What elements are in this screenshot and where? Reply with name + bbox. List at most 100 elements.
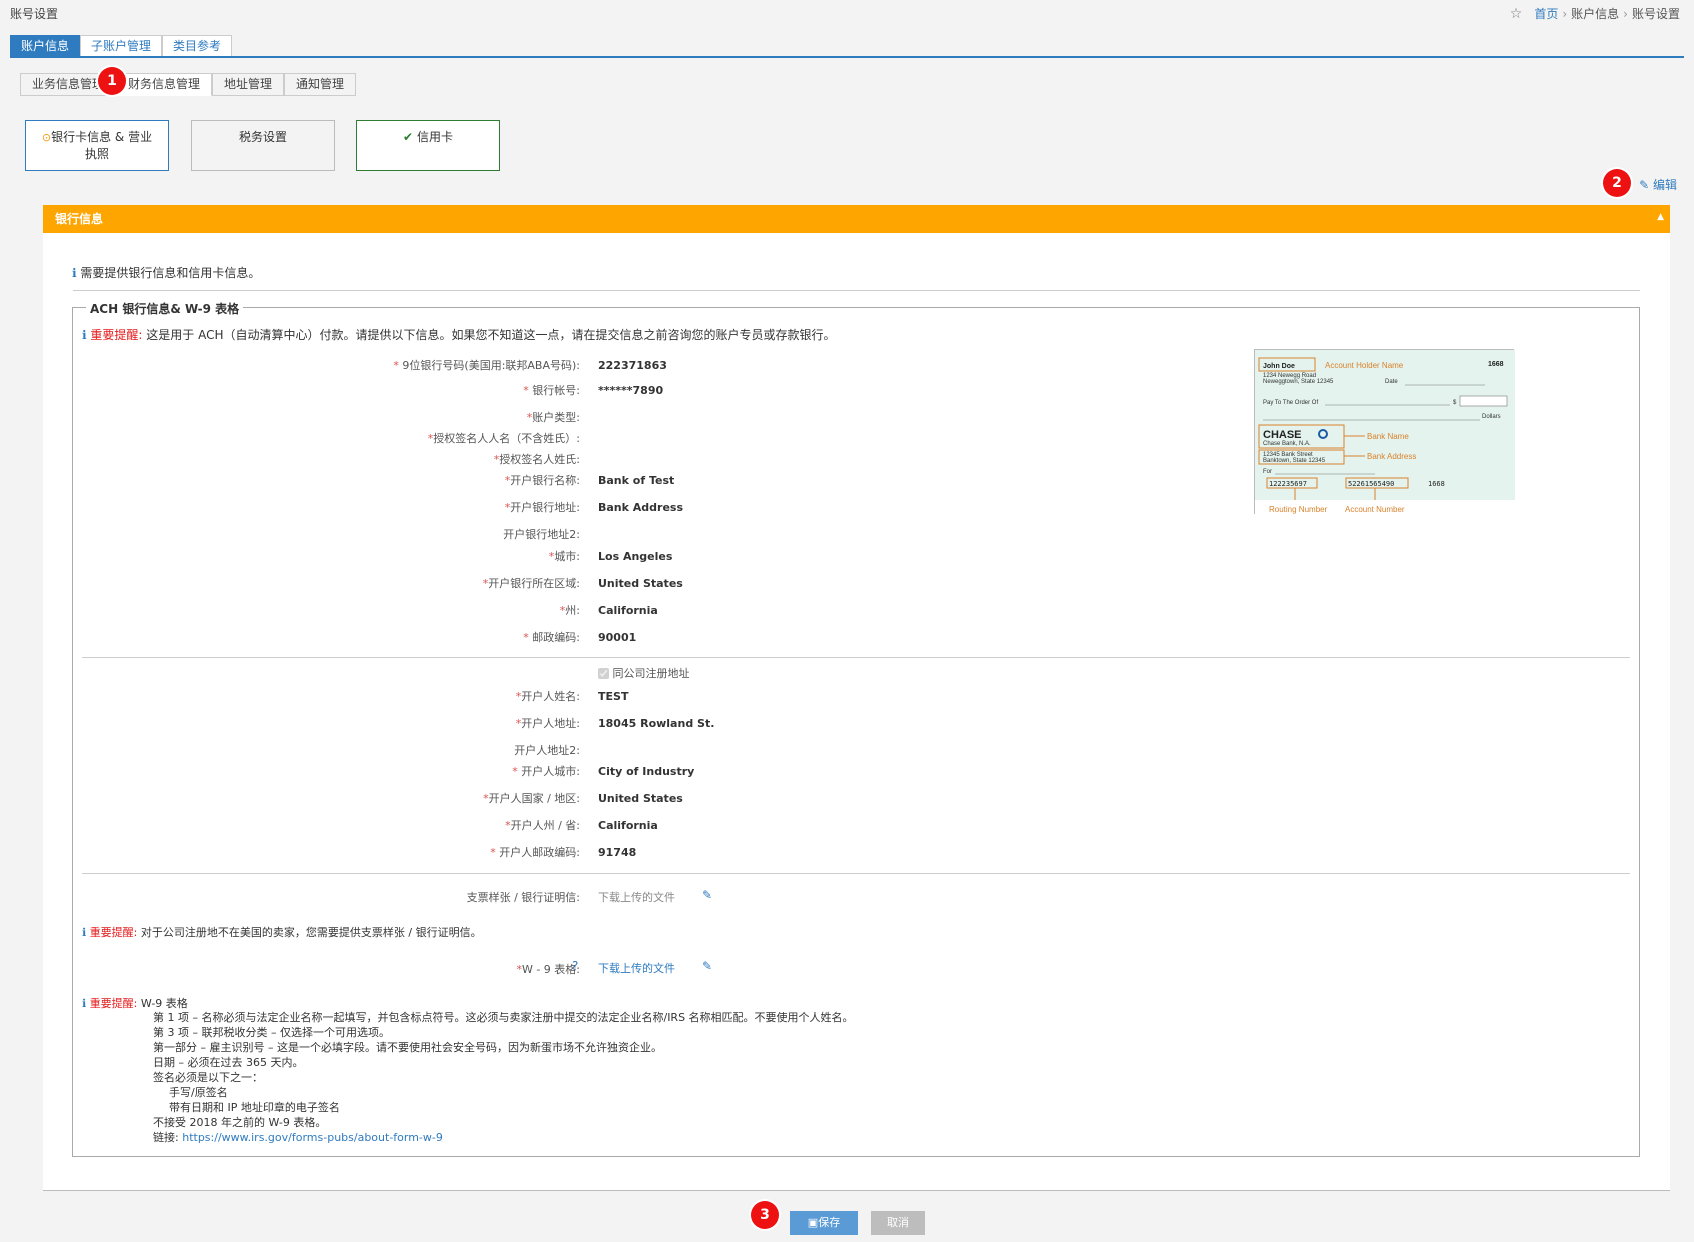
main-tabs: 账户信息 子账户管理 类目参考 [10,35,233,57]
zip-value: 90001 [598,631,637,644]
city-label: *城市: [548,550,580,563]
tax-settings-card[interactable]: 税务设置 [191,120,335,171]
collapse-caret-icon[interactable]: ▲ [1657,212,1664,222]
w9-line: 第 3 项 – 联邦税收分类 – 仅选择一个可用选项。 [153,1026,390,1039]
reminder-label: 重要提醒: [89,926,138,939]
footer-divider [43,1190,1670,1191]
check-bank-addr2: Banktown, State 12345 [1263,458,1326,464]
check-for: For [1263,469,1272,475]
routing-label: * 9位银行号码(美国用:联邦ABA号码): [393,359,580,372]
check-bank: CHASE [1263,429,1302,441]
divider [82,873,1630,874]
check-label-bank: Bank Name [1367,432,1409,441]
panel-title: 银行信息 [43,205,1670,233]
holder-country-label: *开户人国家 / 地区: [483,792,580,805]
chevron-right-icon: › [1623,6,1628,21]
page-title: 账号设置 [10,7,59,21]
routing-value: 222371863 [598,359,667,372]
bank-address-label: *开户银行地址: [504,501,580,514]
bank-name-value: Bank of Test [598,474,675,487]
holder-address2-label: 开户人地址2: [514,744,580,757]
cheque-edit-icon[interactable]: ✎ [702,888,712,902]
irs-link[interactable]: https://www.irs.gov/forms-pubs/about-for… [182,1131,443,1144]
top-bar: 账号设置 ☆ 首页 › 账户信息 › 账号设置 [0,0,1694,26]
breadcrumb-account-settings: 账号设置 [1631,7,1680,21]
w9-link-line: 链接: https://www.irs.gov/forms-pubs/about… [153,1130,854,1145]
divider [73,290,1640,291]
holder-state-value: California [598,819,658,832]
warning-circle-icon: ⊙ [41,131,52,144]
check-micr-routing: 122235697 [1269,480,1307,488]
check-number: 1668 [1488,361,1504,368]
chevron-right-icon: › [1562,6,1568,21]
account-type-label: *账户类型: [526,411,580,424]
w9-line: 第一部分 – 雇主识别号 – 这是一个必填字段。请不要使用社会安全号码，因为新蛋… [153,1041,662,1054]
holder-zip-label: * 开户人邮政编码: [490,846,580,859]
check-sample-image: John Doe Account Holder Name 1668 1234 N… [1254,349,1515,515]
w9-line: 不接受 2018 年之前的 W-9 表格。 [153,1116,327,1129]
same-address-label: 同公司注册地址 [612,667,690,680]
account-number-value: ******7890 [598,384,664,397]
signer-last-name-label: *授权签名人姓氏: [493,453,580,466]
tab-account-info[interactable]: 账户信息 [10,35,81,57]
bank-license-card-label: 银行卡信息 & 营业执照 [51,130,153,161]
notice-text: 需要提供银行信息和信用卡信息。 [80,266,261,280]
cheque-label: 支票样张 / 银行证明信: [466,891,580,904]
tab-subaccount[interactable]: 子账户管理 [80,35,163,57]
holder-name-label: *开户人姓名: [515,690,580,703]
city-value: Los Angeles [598,550,673,563]
save-button[interactable]: ▣保存 [790,1211,858,1235]
subtab-notification[interactable]: 通知管理 [284,73,357,96]
tax-settings-card-label: 税务设置 [238,130,287,144]
w9-edit-icon[interactable]: ✎ [702,959,712,973]
account-number-label: * 银行帐号: [523,384,580,397]
bank-region-label: *开户银行所在区域: [482,577,580,590]
sub-tabs: 业务信息管理 财务信息管理 地址管理 通知管理 [20,73,357,96]
holder-state-label: *开户人州 / 省: [505,819,580,832]
cancel-button[interactable]: 取消 [871,1211,925,1235]
step-marker-3: 3 [751,1201,779,1229]
bank-region-value: United States [598,577,683,590]
ach-legend: ACH 银行信息& W-9 表格 [86,300,244,317]
holder-address-value: 18045 Rowland St. [598,717,715,730]
zip-label: * 邮政编码: [523,631,580,644]
w9-label: *W - 9 表格: [516,963,580,976]
check-label-account: Account Number [1345,505,1405,514]
star-icon[interactable]: ☆ [1510,6,1523,22]
breadcrumb: ☆ 首页 › 账户信息 › 账号设置 [1510,5,1680,22]
edit-label: 编辑 [1652,178,1677,192]
edit-link[interactable]: ✎ 编辑 [1639,176,1677,193]
subtab-address[interactable]: 地址管理 [212,73,285,96]
reminder-text: 这是用于 ACH（自动清算中心）付款。请提供以下信息。如果您不知道这一点，请在提… [146,328,836,342]
save-icon: ▣ [807,1216,819,1229]
w9-line: 带有日期和 IP 地址印章的电子签名 [169,1101,340,1114]
bank-address-value: Bank Address [598,501,684,514]
check-micr-account: 52261565490 [1348,480,1394,488]
subtab-finance-info[interactable]: 财务信息管理 [116,73,213,96]
check-date: Date [1385,379,1398,385]
cheque-download-link[interactable]: 下载上传的文件 [598,889,675,905]
tab-category-reference[interactable]: 类目参考 [162,35,233,57]
breadcrumb-account-info[interactable]: 账户信息 [1571,5,1619,22]
state-value: California [598,604,658,617]
bank-license-card[interactable]: ⊙银行卡信息 & 营业执照 [25,120,169,171]
same-address-checkbox[interactable]: 同公司注册地址 [598,665,690,681]
w9-download-link[interactable]: 下载上传的文件 [598,960,675,976]
check-label-bank-addr: Bank Address [1367,452,1416,461]
same-address-check[interactable] [598,668,609,679]
credit-card-card[interactable]: ✔ 信用卡 [356,120,500,171]
tab-divider [10,56,1684,58]
holder-address-label: *开户人地址: [515,717,580,730]
breadcrumb-home[interactable]: 首页 [1534,5,1558,22]
ach-reminder: ℹ 重要提醒: 这是用于 ACH（自动清算中心）付款。请提供以下信息。如果您不知… [82,326,836,343]
info-icon: ℹ [72,266,77,280]
holder-country-value: United States [598,792,683,805]
help-icon[interactable]: ? [572,959,578,973]
check-holder-name: John Doe [1263,363,1295,370]
check-addr2: Neweggtown, State 12345 [1263,379,1334,385]
w9-line: 日期 – 必须在过去 365 天内。 [153,1056,304,1069]
check-dollars: Dollars [1482,414,1501,420]
holder-name-value: TEST [598,690,629,703]
holder-city-value: City of Industry [598,765,695,778]
w9-link-label: 链接: [153,1131,179,1144]
